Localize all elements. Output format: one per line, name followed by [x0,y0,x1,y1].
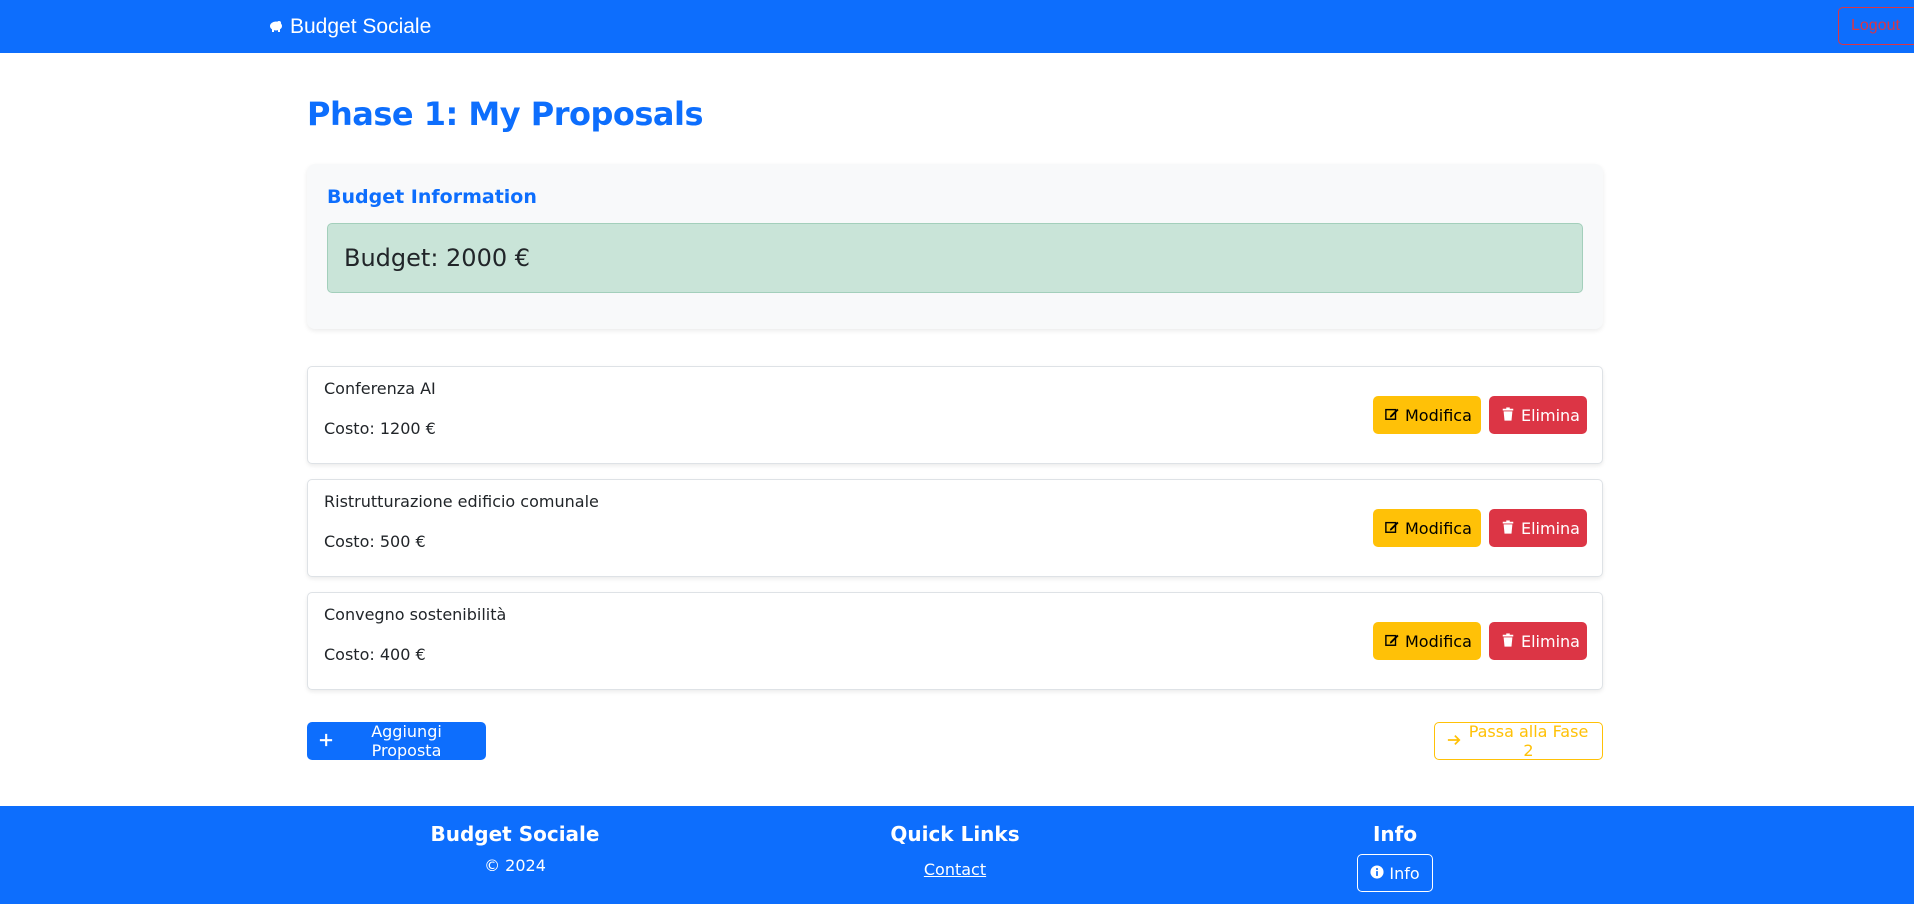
trash-icon [1501,519,1515,538]
info-circle-icon [1370,864,1384,883]
edit-button[interactable]: Modifica [1373,509,1481,547]
delete-button[interactable]: Elimina [1489,509,1587,547]
delete-button[interactable]: Elimina [1489,396,1587,434]
proposal-name: Ristrutturazione edificio comunale [324,492,599,511]
brand-label: Budget Sociale [290,15,432,38]
trash-icon [1501,406,1515,425]
edit-button[interactable]: Modifica [1373,396,1481,434]
budget-heading: Budget Information [327,186,537,208]
proposal-card: Convegno sostenibilità Costo: 400 € Modi… [307,592,1603,690]
info-button[interactable]: Info [1357,854,1433,892]
footer-col-links: Quick Links Contact [841,822,1069,880]
proposal-card: Ristrutturazione edificio comunale Costo… [307,479,1603,577]
copyright: © 2024 [484,856,546,875]
page-title: Phase 1: My Proposals [307,95,704,133]
contact-link[interactable]: Contact [924,860,986,879]
proposal-cost: Costo: 1200 € [324,419,436,438]
footer-col-info: Info Info [1280,822,1510,892]
budget-amount: Budget: 2000 € [327,223,1583,293]
proposal-cost: Costo: 400 € [324,645,426,664]
logout-button[interactable]: Logout [1838,7,1914,45]
proposal-cost: Costo: 500 € [324,532,426,551]
arrow-right-icon [1447,732,1461,751]
pencil-square-icon [1385,519,1399,538]
add-proposal-button[interactable]: Aggiungi Proposta [307,722,486,760]
proposal-name: Conferenza AI [324,379,436,398]
piggy-bank-icon [268,15,284,39]
brand-link[interactable]: Budget Sociale [268,15,431,39]
footer: Budget Sociale © 2024 Quick Links Contac… [0,806,1914,904]
navbar: Budget Sociale Logout [0,0,1914,53]
footer-col-brand: Budget Sociale © 2024 [400,822,630,875]
pencil-square-icon [1385,406,1399,425]
delete-button[interactable]: Elimina [1489,622,1587,660]
next-phase-button[interactable]: Passa alla Fase 2 [1434,722,1603,760]
footer-info-title: Info [1372,822,1418,846]
proposal-card: Conferenza AI Costo: 1200 € Modifica Eli… [307,366,1603,464]
trash-icon [1501,632,1515,651]
pencil-square-icon [1385,632,1399,651]
proposal-name: Convegno sostenibilità [324,605,507,624]
footer-brand-title: Budget Sociale [430,822,600,846]
budget-info-card: Budget Information Budget: 2000 € [307,164,1603,329]
edit-button[interactable]: Modifica [1373,622,1481,660]
plus-icon [319,732,333,751]
footer-links-title: Quick Links [890,822,1020,846]
